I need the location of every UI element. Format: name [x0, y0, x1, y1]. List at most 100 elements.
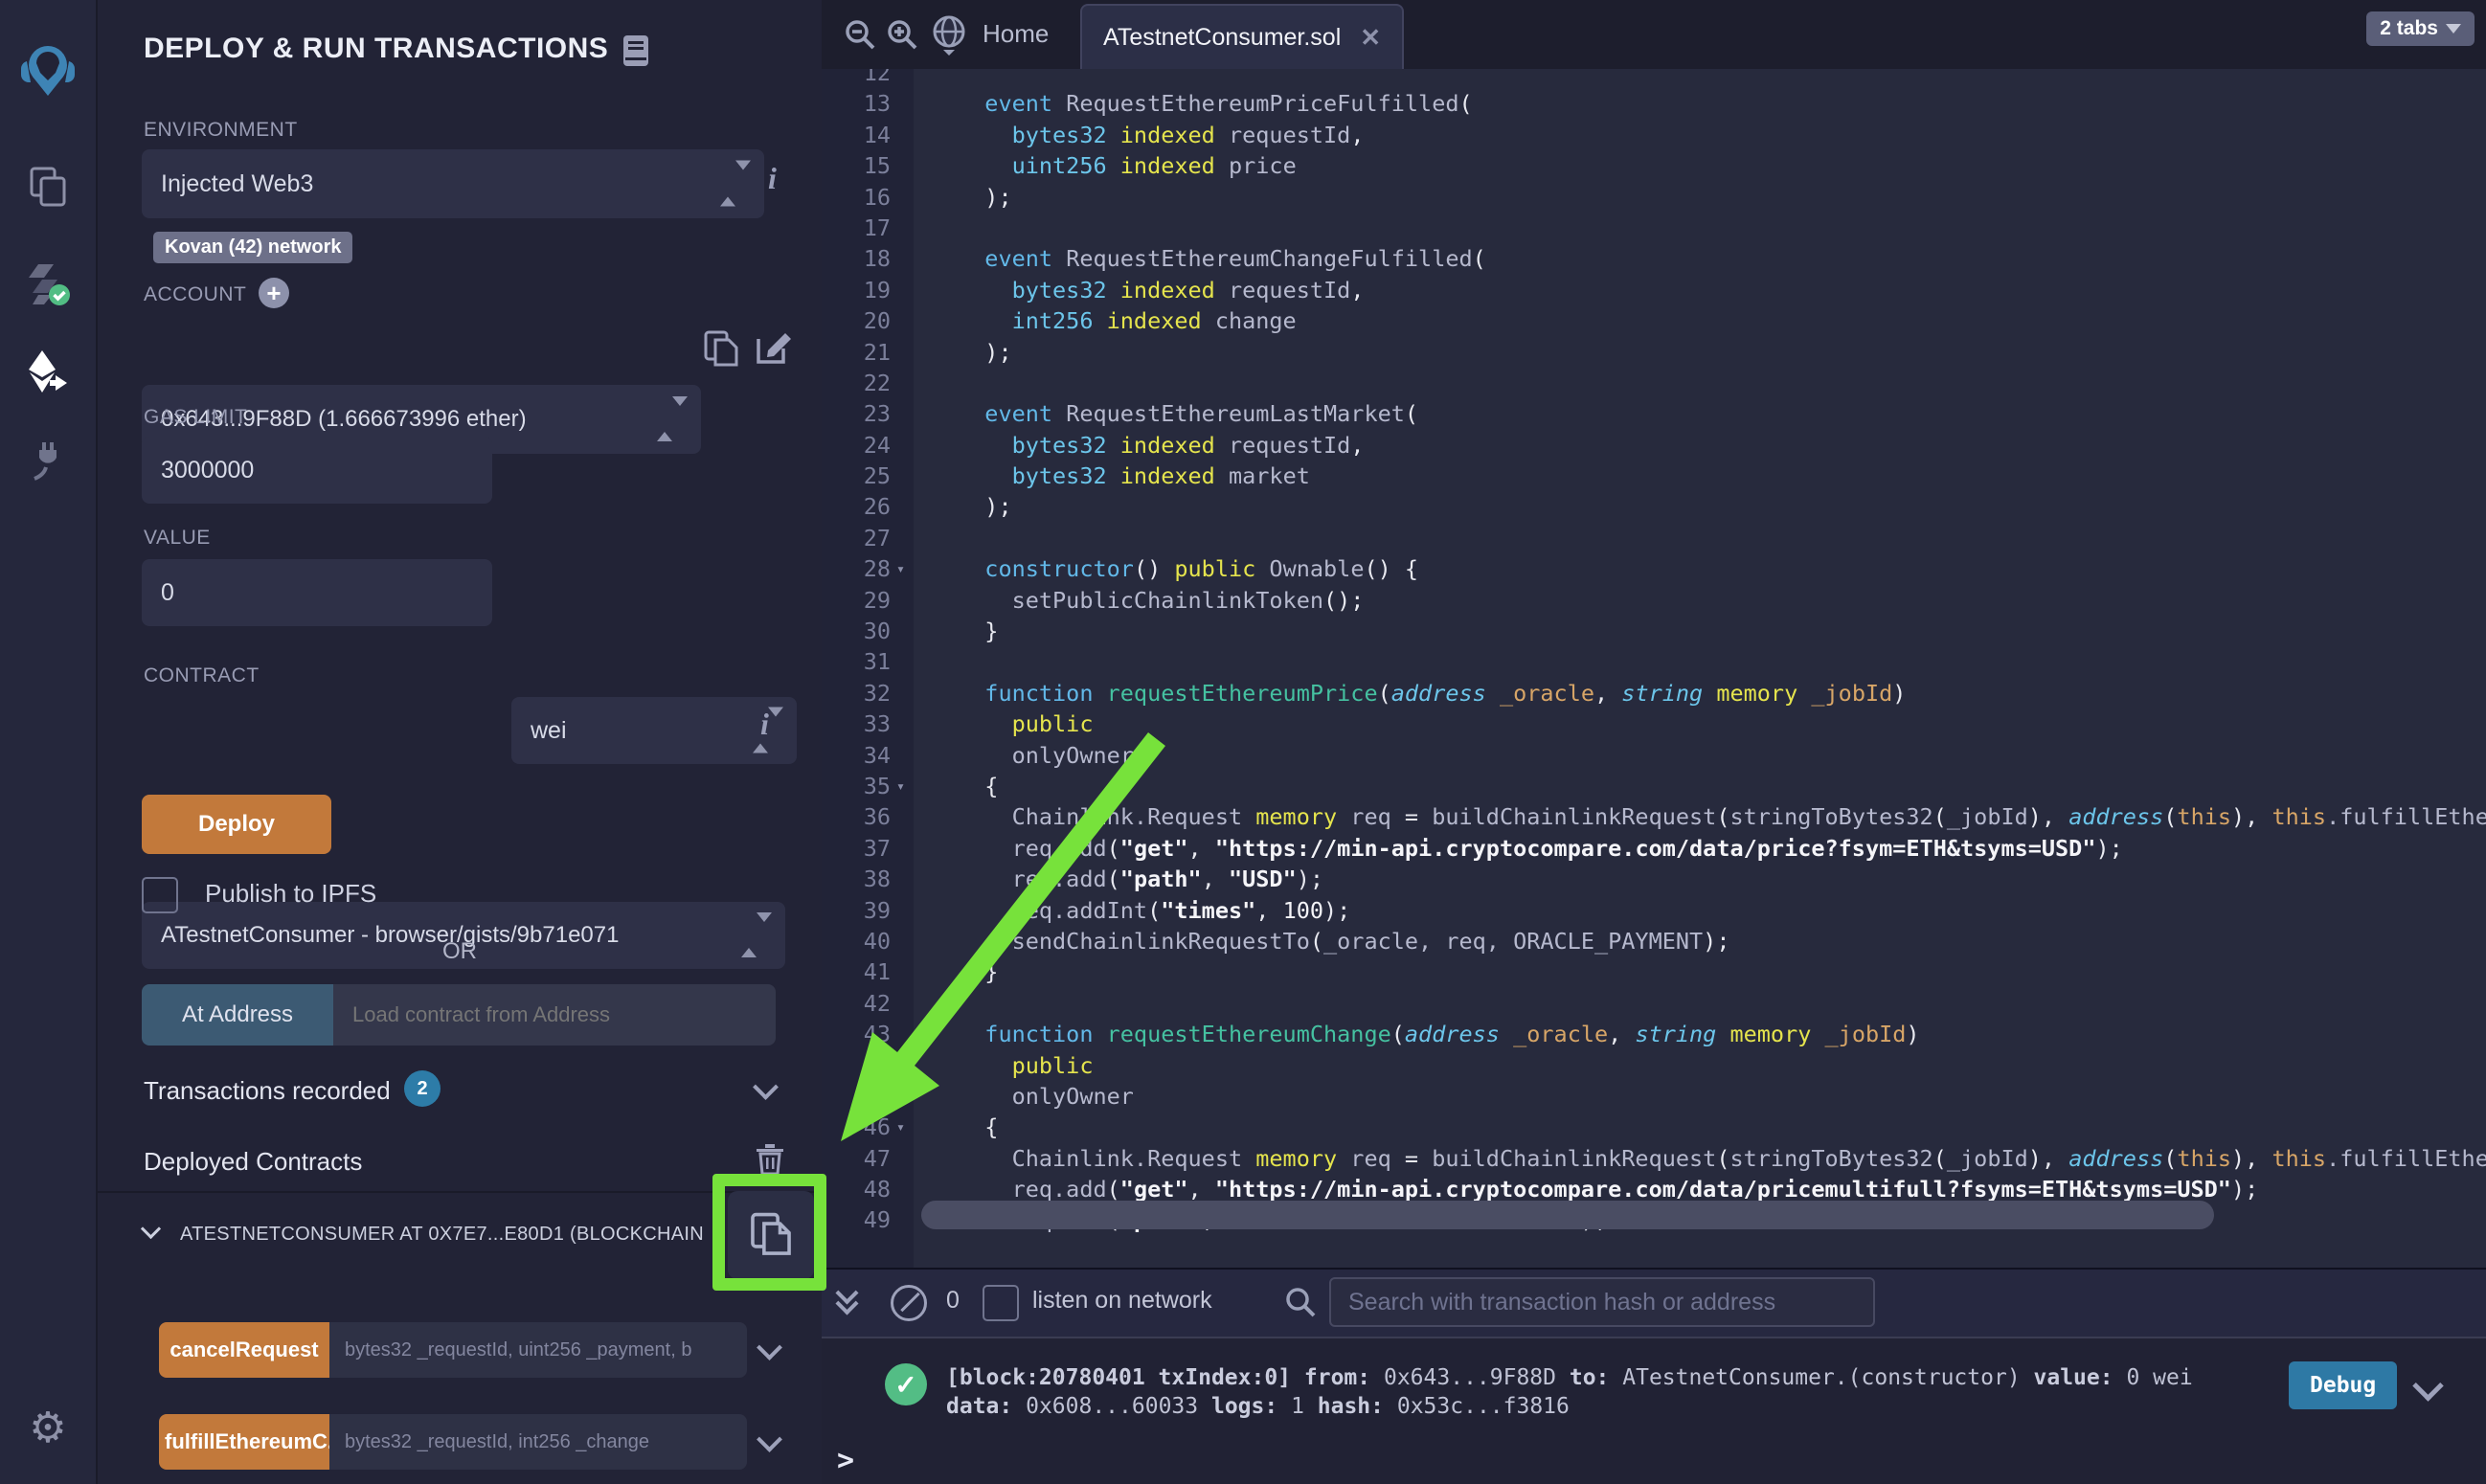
- at-address-button[interactable]: At Address: [142, 984, 333, 1046]
- line-number: 19: [822, 275, 891, 305]
- code-text: event RequestEthereumLastMarket(: [921, 398, 1418, 429]
- cancel-request-args-input[interactable]: bytes32 _requestId, uint256 _payment, b: [329, 1322, 747, 1378]
- fold-spacer: [891, 616, 921, 646]
- code-text: [921, 523, 958, 553]
- cancel-request-chevron-icon[interactable]: [757, 1335, 782, 1360]
- zoom-out-icon[interactable]: [843, 17, 877, 52]
- fold-spacer: [891, 213, 921, 243]
- code-text: }: [921, 616, 998, 646]
- line-number: 16: [822, 182, 891, 213]
- line-number: 25: [822, 461, 891, 491]
- line-number: 15: [822, 150, 891, 181]
- terminal-prompt[interactable]: >: [837, 1444, 854, 1477]
- environment-info-icon[interactable]: i: [768, 161, 777, 196]
- line-number: 18: [822, 243, 891, 274]
- line-number: 44: [822, 1050, 891, 1081]
- tab-atestnetconsumer[interactable]: ATestnetConsumer.sol ✕: [1080, 4, 1404, 69]
- value-input[interactable]: [142, 559, 492, 626]
- fold-spacer: [891, 1050, 921, 1081]
- line-number: 46: [822, 1112, 891, 1142]
- code-line: 21 );: [822, 337, 2486, 368]
- listen-network-checkbox[interactable]: [983, 1285, 1019, 1321]
- fold-marker-icon[interactable]: ▾: [891, 553, 921, 584]
- terminal: 0 listen on network ✓ [block:20780401 tx…: [822, 1268, 2486, 1484]
- edit-account-icon[interactable]: [755, 329, 793, 368]
- cancel-request-button[interactable]: cancelRequest: [159, 1322, 329, 1378]
- line-number: 29: [822, 585, 891, 616]
- log-line-1[interactable]: [block:20780401 txIndex:0] from: 0x643..…: [946, 1365, 2193, 1390]
- gas-limit-input[interactable]: [142, 437, 492, 504]
- publish-ipfs-checkbox[interactable]: [142, 877, 178, 913]
- close-tab-icon[interactable]: ✕: [1360, 23, 1381, 53]
- fold-spacer: [891, 678, 921, 708]
- code-editor[interactable]: 1213 event RequestEthereumPriceFulfilled…: [822, 69, 2486, 1268]
- annotation-highlight-box: [712, 1174, 826, 1291]
- horizontal-scrollbar[interactable]: [921, 1201, 2214, 1229]
- at-address-input[interactable]: [333, 984, 776, 1046]
- line-number: 49: [822, 1204, 891, 1235]
- fold-spacer: [891, 69, 921, 88]
- transactions-recorded-label: Transactions recorded: [144, 1076, 391, 1106]
- expand-terminal-icon[interactable]: [839, 1285, 855, 1312]
- contract-label: CONTRACT: [144, 664, 260, 687]
- code-line: 24 bytes32 indexed requestId,: [822, 430, 2486, 461]
- log-line-2[interactable]: data: 0x608...60033 logs: 1 hash: 0x53c.…: [946, 1394, 1570, 1419]
- code-text: bytes32 indexed requestId,: [921, 275, 1364, 305]
- publish-ipfs-label: Publish to IPFS: [205, 879, 376, 909]
- transactions-chevron-down-icon[interactable]: [753, 1074, 779, 1100]
- clear-console-icon[interactable]: [891, 1285, 927, 1321]
- fulfill-ethereum-change-button[interactable]: fulfillEthereumC...: [159, 1414, 329, 1470]
- line-number: 39: [822, 895, 891, 926]
- tx-success-check-icon: ✓: [885, 1363, 927, 1405]
- contract-instance-header[interactable]: ATESTNETCONSUMER AT 0X7E7...E80D1 (BLOCK…: [180, 1224, 722, 1246]
- network-badge: Kovan (42) network: [153, 232, 352, 263]
- contract-instance-chevron-icon[interactable]: [144, 1222, 158, 1241]
- add-account-icon[interactable]: +: [259, 278, 289, 308]
- fold-marker-icon[interactable]: ▾: [891, 771, 921, 801]
- terminal-search-input[interactable]: [1329, 1277, 1875, 1327]
- fold-spacer: [891, 1081, 921, 1112]
- code-text: [921, 368, 958, 398]
- zoom-in-icon[interactable]: [885, 17, 919, 52]
- fulfill-ethereum-change-args-input[interactable]: bytes32 _requestId, int256 _change: [329, 1414, 747, 1470]
- fold-spacer: [891, 864, 921, 894]
- line-number: 24: [822, 430, 891, 461]
- environment-select[interactable]: Injected Web3: [142, 149, 764, 218]
- code-text: req.add("get", "https://min-api.cryptoco…: [921, 833, 2123, 864]
- search-icon: [1283, 1285, 1318, 1319]
- documentation-book-icon[interactable]: [622, 34, 649, 67]
- line-number: 12: [822, 69, 891, 88]
- fulfill-chevron-icon[interactable]: [757, 1427, 782, 1452]
- line-number: 21: [822, 337, 891, 368]
- code-line: 37 req.add("get", "https://min-api.crypt…: [822, 833, 2486, 864]
- debug-button[interactable]: Debug: [2289, 1361, 2397, 1409]
- tab-home[interactable]: Home: [983, 19, 1049, 49]
- remix-logo-icon[interactable]: [0, 40, 96, 101]
- value-unit: wei: [531, 717, 567, 745]
- trash-icon[interactable]: [755, 1141, 785, 1176]
- code-line: 34 onlyOwner: [822, 740, 2486, 771]
- file-explorer-icon[interactable]: [0, 165, 96, 209]
- tabs-count-button[interactable]: 2 tabs: [2366, 11, 2475, 46]
- contract-info-icon[interactable]: i: [760, 707, 769, 742]
- fold-spacer: [891, 1174, 921, 1204]
- fold-marker-icon[interactable]: ▾: [891, 1112, 921, 1142]
- code-line: 28▾ constructor() public Ownable() {: [822, 553, 2486, 584]
- copy-account-icon[interactable]: [703, 329, 739, 370]
- line-number: 31: [822, 646, 891, 677]
- settings-gear-icon[interactable]: ⚙: [0, 1404, 96, 1452]
- code-line: 17: [822, 213, 2486, 243]
- deploy-button[interactable]: Deploy: [142, 795, 331, 854]
- pending-count: 0: [946, 1287, 960, 1315]
- fold-spacer: [891, 120, 921, 150]
- log-expand-chevron-icon[interactable]: [2412, 1370, 2444, 1402]
- code-line: 27: [822, 523, 2486, 553]
- terminal-header: 0 listen on network: [822, 1270, 2486, 1338]
- code-text: [921, 988, 958, 1019]
- solidity-compiler-icon[interactable]: [0, 260, 96, 306]
- plugin-manager-icon[interactable]: [0, 438, 96, 483]
- value-unit-select[interactable]: wei: [511, 697, 797, 764]
- home-globe-icon[interactable]: [929, 13, 969, 57]
- listen-network-label: listen on network: [1032, 1287, 1212, 1315]
- deploy-and-run-icon[interactable]: [0, 347, 96, 396]
